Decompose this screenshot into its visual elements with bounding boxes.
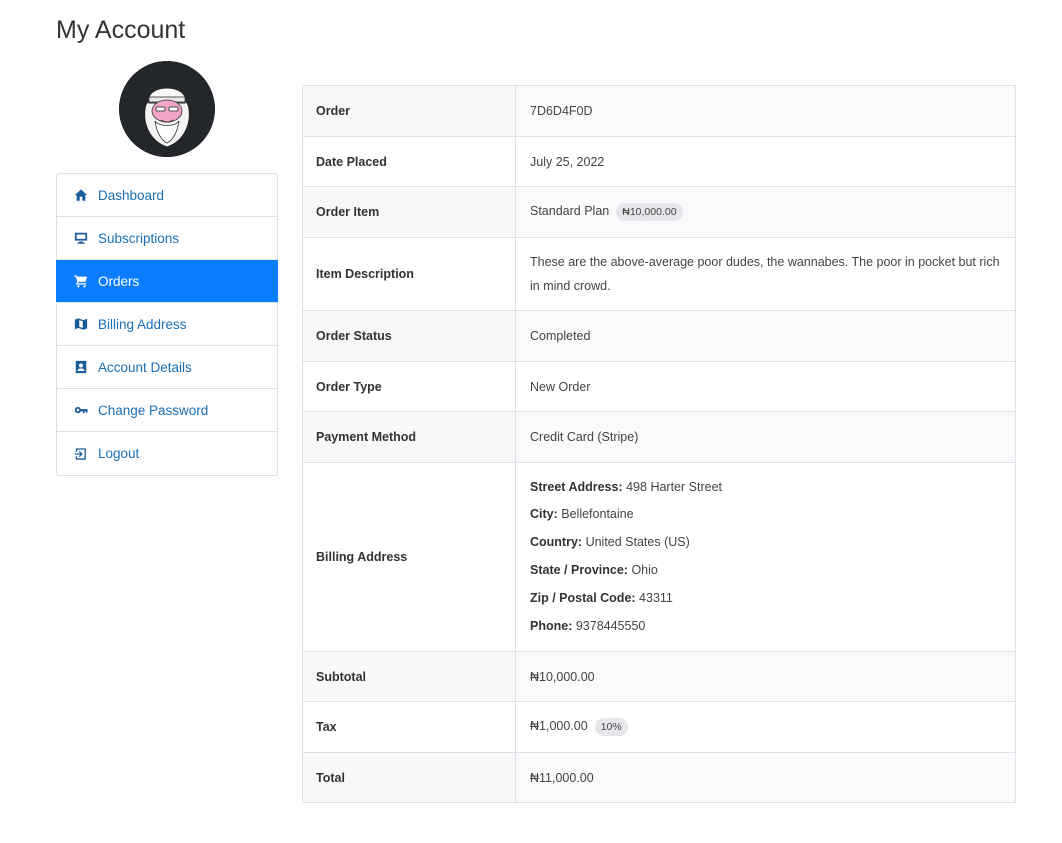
nav-item-subscriptions[interactable]: Subscriptions xyxy=(57,217,277,260)
order-type-value: New Order xyxy=(515,361,1016,412)
order-item-label: Order Item xyxy=(302,186,516,238)
price-badge: ₦10,000.00 xyxy=(616,203,683,221)
order-details-table: Order 7D6D4F0D Date Placed July 25, 2022… xyxy=(302,85,1016,803)
table-row: Item Description These are the above-ave… xyxy=(302,237,1016,311)
nav-item-label: Change Password xyxy=(98,402,209,418)
nav-item-label: Logout xyxy=(98,446,140,461)
tax-cell: ₦1,000.00 10% xyxy=(515,701,1016,753)
nav-item-orders[interactable]: Orders xyxy=(56,260,278,303)
home-icon xyxy=(73,187,89,203)
nav-item-label: Billing Address xyxy=(98,316,187,332)
subtotal-value: ₦10,000.00 xyxy=(515,651,1016,702)
nav-item-billing-address[interactable]: Billing Address xyxy=(57,303,277,346)
table-row: Date Placed July 25, 2022 xyxy=(302,136,1016,187)
total-label: Total xyxy=(302,752,516,803)
avatar-illustration xyxy=(119,61,215,157)
billing-address-label: Billing Address xyxy=(302,462,516,652)
table-row: Tax ₦1,000.00 10% xyxy=(302,701,1016,753)
item-description-value: These are the above-average poor dudes, … xyxy=(515,237,1016,311)
order-item-cell: Standard Plan ₦10,000.00 xyxy=(515,186,1016,238)
order-status-value: Completed xyxy=(515,310,1016,362)
subtotal-label: Subtotal xyxy=(302,651,516,702)
key-icon xyxy=(73,402,89,418)
nav-item-label: Account Details xyxy=(98,359,192,375)
table-row: Order 7D6D4F0D xyxy=(302,85,1016,137)
cart-icon xyxy=(73,273,89,289)
nav-item-label: Dashboard xyxy=(98,187,165,203)
total-value: ₦11,000.00 xyxy=(515,752,1016,803)
page-title: My Account xyxy=(56,16,186,44)
order-label: Order xyxy=(302,85,516,137)
avatar xyxy=(119,61,215,157)
map-icon xyxy=(73,316,89,332)
order-number: 7D6D4F0D xyxy=(515,85,1016,137)
billing-zip: Zip / Postal Code: 43311 xyxy=(530,590,673,605)
table-row: Order Type New Order xyxy=(302,361,1016,412)
nav-item-logout[interactable]: Logout xyxy=(57,432,277,475)
nav-item-dashboard[interactable]: Dashboard xyxy=(57,174,277,217)
tax-rate-badge: 10% xyxy=(594,718,628,736)
table-row: Order Item Standard Plan ₦10,000.00 xyxy=(302,186,1016,238)
nav-item-label: Subscriptions xyxy=(98,230,180,246)
table-row: Total ₦11,000.00 xyxy=(302,752,1016,803)
billing-street: Street Address: 498 Harter Street xyxy=(530,479,722,494)
billing-country: Country: United States (US) xyxy=(530,535,690,550)
order-item-name: Standard Plan xyxy=(530,204,610,218)
order-type-label: Order Type xyxy=(302,361,516,412)
date-placed-value: July 25, 2022 xyxy=(515,136,1016,187)
table-row: Order Status Completed xyxy=(302,310,1016,362)
tax-label: Tax xyxy=(302,701,516,753)
table-row: Billing Address Street Address: 498 Hart… xyxy=(302,462,1016,652)
logout-icon xyxy=(73,446,89,462)
nav-item-change-password[interactable]: Change Password xyxy=(57,389,277,432)
order-status-label: Order Status xyxy=(302,310,516,362)
billing-address-value: Street Address: 498 Harter Street City: … xyxy=(515,462,1016,652)
tax-value: ₦1,000.00 xyxy=(530,719,588,733)
payment-method-label: Payment Method xyxy=(302,411,516,463)
payment-method-value: Credit Card (Stripe) xyxy=(515,411,1016,463)
nav-item-label: Orders xyxy=(98,273,140,289)
table-row: Subtotal ₦10,000.00 xyxy=(302,651,1016,702)
account-nav: Dashboard Subscriptions Orders Billing A… xyxy=(56,173,278,476)
monitor-icon xyxy=(73,230,89,246)
item-description-label: Item Description xyxy=(302,237,516,311)
table-row: Payment Method Credit Card (Stripe) xyxy=(302,411,1016,463)
nav-item-account-details[interactable]: Account Details xyxy=(57,346,277,389)
date-placed-label: Date Placed xyxy=(302,136,516,187)
billing-phone: Phone: 9378445550 xyxy=(530,618,646,633)
billing-state: State / Province: Ohio xyxy=(530,563,658,577)
billing-city: City: Bellefontaine xyxy=(530,507,634,522)
contact-card-icon xyxy=(73,359,89,375)
